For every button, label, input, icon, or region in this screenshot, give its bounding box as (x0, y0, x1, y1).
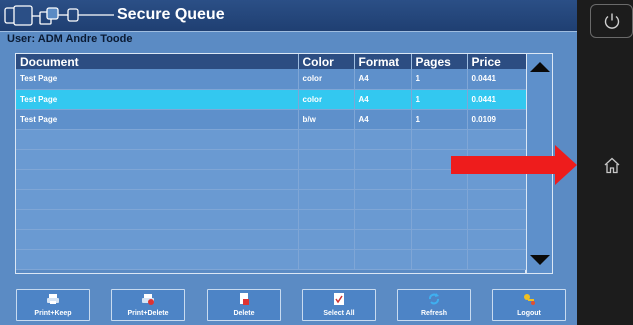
cell-format: A4 (354, 109, 412, 130)
column-header-color[interactable]: Color (298, 54, 355, 69)
column-header-pages[interactable]: Pages (411, 54, 468, 69)
cell-pages: 1 (411, 89, 468, 110)
home-icon (604, 157, 619, 173)
title-bar: Secure Queue (0, 0, 577, 32)
cell-format: A4 (354, 89, 412, 110)
cell-document: Test Page (16, 89, 299, 110)
print-delete-label: Print+Delete (127, 310, 169, 317)
cell-document: Test Page (16, 109, 299, 130)
scroll-down-button[interactable] (527, 249, 552, 271)
select-all-label: Select All (323, 310, 355, 317)
empty-row (16, 209, 528, 230)
cell-format: A4 (354, 69, 412, 90)
refresh-icon (429, 293, 439, 305)
power-button[interactable] (590, 4, 633, 38)
user-label: User: ADM Andre Toode (7, 33, 133, 45)
delete-label: Delete (233, 310, 255, 317)
print-keep-label: Print+Keep (34, 310, 72, 317)
scroll-up-button[interactable] (527, 56, 552, 78)
key-icon (524, 294, 535, 305)
cell-document: Test Page (16, 69, 299, 90)
select-all-button[interactable]: Select All (302, 289, 376, 321)
checklist-icon (334, 293, 344, 305)
cell-price: 0.0441 (467, 89, 528, 110)
printer-icon (47, 294, 59, 304)
triangle-down-icon (529, 255, 550, 265)
delete-button[interactable]: Delete (207, 289, 281, 321)
refresh-button[interactable]: Refresh (397, 289, 471, 321)
cell-pages: 1 (411, 109, 468, 130)
column-header-price[interactable]: Price (467, 54, 528, 69)
cell-color: color (298, 89, 355, 110)
queue-table: Document Color Format Pages Price Test P… (15, 53, 528, 274)
cell-price: 0.0109 (467, 109, 528, 130)
table-row-selected[interactable]: Test Page color A4 1 0.0441 (16, 89, 528, 110)
cell-pages: 1 (411, 69, 468, 90)
empty-row (16, 229, 528, 250)
delete-document-icon (240, 293, 249, 305)
empty-row (16, 249, 528, 270)
cell-color: b/w (298, 109, 355, 130)
print-keep-button[interactable]: Print+Keep (16, 289, 90, 321)
empty-row (16, 189, 528, 210)
triangle-up-icon (529, 62, 550, 72)
cell-color: color (298, 69, 355, 90)
column-header-format[interactable]: Format (354, 54, 412, 69)
refresh-label: Refresh (420, 310, 448, 317)
cell-price: 0.0441 (467, 69, 528, 90)
print-delete-button[interactable]: Print+Delete (111, 289, 185, 321)
home-button[interactable] (590, 150, 633, 180)
page-title: Secure Queue (117, 6, 225, 23)
table-header-row: Document Color Format Pages Price (16, 54, 528, 69)
power-icon (604, 13, 619, 29)
screen: Secure Queue User: ADM Andre Toode Docum… (0, 0, 633, 325)
red-arrow-icon (451, 145, 577, 185)
printer-delete-icon (142, 294, 154, 305)
column-header-document[interactable]: Document (16, 54, 299, 69)
logout-label: Logout (517, 310, 541, 317)
app-logo-icon (4, 5, 114, 26)
table-row[interactable]: Test Page color A4 1 0.0441 (16, 69, 528, 90)
logout-button[interactable]: Logout (492, 289, 566, 321)
table-row[interactable]: Test Page b/w A4 1 0.0109 (16, 109, 528, 130)
